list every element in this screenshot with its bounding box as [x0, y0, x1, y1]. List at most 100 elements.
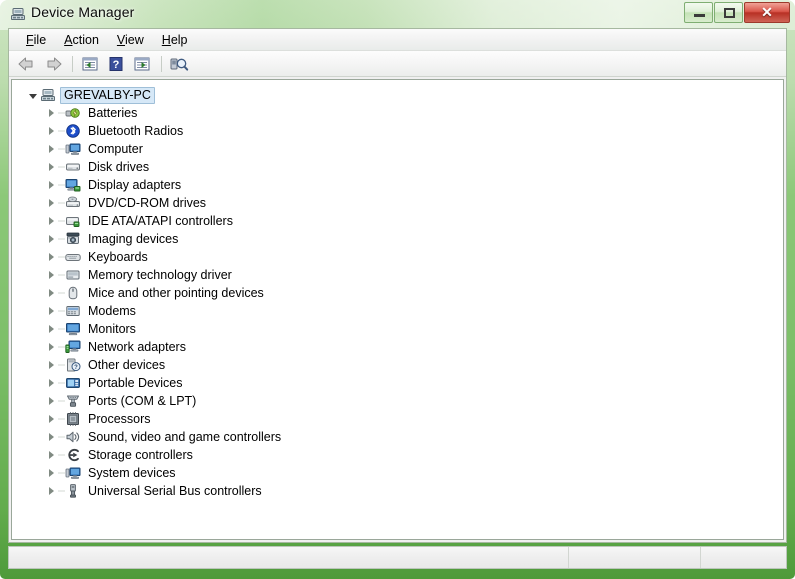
expand-collapse-toggle[interactable] [44, 428, 58, 446]
help-button[interactable]: ? [104, 53, 128, 75]
tree-connector [58, 392, 65, 410]
expand-collapse-toggle[interactable] [44, 410, 58, 428]
tree-item-label: IDE ATA/ATAPI controllers [88, 213, 233, 228]
scan-hardware-changes-button[interactable] [167, 53, 191, 75]
expand-collapse-toggle[interactable] [44, 266, 58, 284]
tree-item-sound-video-and-game-controllers[interactable]: Sound, video and game controllers [20, 428, 783, 446]
tree-item-label: Computer [88, 141, 143, 156]
expand-collapse-toggle[interactable] [44, 194, 58, 212]
menu-help[interactable]: Help [153, 31, 197, 49]
window-title: Device Manager [31, 4, 135, 20]
storage-controller-icon [65, 447, 81, 463]
tree-item-storage-controllers[interactable]: Storage controllers [20, 446, 783, 464]
tree-item-dvd-cdrom-drives[interactable]: DVD/CD-ROM drives [20, 194, 783, 212]
menu-action[interactable]: Action [55, 31, 108, 49]
expand-collapse-toggle[interactable] [44, 284, 58, 302]
battery-icon [65, 105, 81, 121]
expand-collapse-toggle[interactable] [44, 338, 58, 356]
chevron-right-icon [48, 307, 54, 315]
tree-item-system-devices[interactable]: System devices [20, 464, 783, 482]
expand-collapse-toggle[interactable] [44, 356, 58, 374]
expand-collapse-toggle[interactable] [44, 446, 58, 464]
tree-item-keyboards[interactable]: Keyboards [20, 248, 783, 266]
forward-button[interactable] [41, 53, 65, 75]
expand-collapse-toggle[interactable] [44, 158, 58, 176]
expand-collapse-toggle-root[interactable] [26, 86, 40, 104]
tree-connector [58, 122, 65, 140]
device-tree-panel[interactable]: GREVALBY-PC Batteries Bluetooth Radios C… [11, 79, 784, 540]
expand-collapse-toggle[interactable] [44, 392, 58, 410]
menu-help-accel: H [161, 32, 171, 47]
menu-view-rest: iew [125, 32, 144, 47]
tree-item-portable-devices[interactable]: Portable Devices [20, 374, 783, 392]
tree-item-disk-drives[interactable]: Disk drives [20, 158, 783, 176]
modem-icon [65, 303, 81, 319]
chevron-right-icon [48, 235, 54, 243]
expand-collapse-toggle[interactable] [44, 122, 58, 140]
bluetooth-icon [65, 123, 81, 139]
menu-file-rest: ile [33, 32, 47, 47]
chevron-right-icon [48, 469, 54, 477]
unknown-device-icon: ? [65, 357, 81, 373]
tree-item-memory-technology-driver[interactable]: Memory technology driver [20, 266, 783, 284]
minimize-button[interactable] [684, 2, 713, 23]
system-device-icon [65, 465, 81, 481]
titlebar[interactable]: Device Manager ✕ [0, 0, 795, 28]
tree-item-imaging-devices[interactable]: Imaging devices [20, 230, 783, 248]
svg-text:?: ? [74, 365, 78, 371]
chevron-right-icon [48, 397, 54, 405]
expand-collapse-toggle[interactable] [44, 212, 58, 230]
expand-collapse-toggle[interactable] [44, 320, 58, 338]
expand-collapse-toggle[interactable] [44, 248, 58, 266]
tree-item-bluetooth-radios[interactable]: Bluetooth Radios [20, 122, 783, 140]
chevron-right-icon [48, 199, 54, 207]
question-mark-icon: ? [109, 56, 123, 71]
expand-collapse-toggle[interactable] [44, 302, 58, 320]
menu-file[interactable]: File [17, 31, 55, 49]
device-manager-window: Device Manager ✕ File Action View Help ?… [0, 0, 795, 579]
tree-item-label: System devices [88, 465, 176, 480]
tree-connector [58, 284, 65, 302]
expand-collapse-toggle[interactable] [44, 230, 58, 248]
tree-item-mice-and-other-pointing-devices[interactable]: Mice and other pointing devices [20, 284, 783, 302]
chevron-right-icon [48, 217, 54, 225]
maximize-icon [724, 8, 735, 18]
tree-item-computer[interactable]: Computer [20, 140, 783, 158]
expand-collapse-toggle[interactable] [44, 374, 58, 392]
tree-item-label: Disk drives [88, 159, 150, 174]
tree-connector [58, 176, 65, 194]
show-hidden-devices-button[interactable] [130, 53, 154, 75]
tree-item-ide-ata-atapi-controllers[interactable]: IDE ATA/ATAPI controllers [20, 212, 783, 230]
chevron-right-icon [48, 253, 54, 261]
tree-item-batteries[interactable]: Batteries [20, 104, 783, 122]
tree-item-label: DVD/CD-ROM drives [88, 195, 207, 210]
chevron-right-icon [48, 127, 54, 135]
expand-collapse-toggle[interactable] [44, 482, 58, 500]
optical-drive-icon [65, 195, 81, 211]
tree-item-other-devices[interactable]: ? Other devices [20, 356, 783, 374]
tree-item-ports-com-lpt[interactable]: Ports (COM & LPT) [20, 392, 783, 410]
network-adapter-icon [65, 339, 81, 355]
maximize-button[interactable] [714, 2, 743, 23]
tree-item-monitors[interactable]: Monitors [20, 320, 783, 338]
chevron-right-icon [48, 163, 54, 171]
menu-view[interactable]: View [108, 31, 153, 49]
tree-item-modems[interactable]: Modems [20, 302, 783, 320]
back-button[interactable] [15, 53, 39, 75]
tree-item-label: Portable Devices [88, 375, 183, 390]
tree-item-universal-serial-bus-controllers[interactable]: Universal Serial Bus controllers [20, 482, 783, 500]
tree-item-label: Other devices [88, 357, 166, 372]
properties-button[interactable] [78, 53, 102, 75]
expand-collapse-toggle[interactable] [44, 104, 58, 122]
expand-collapse-toggle[interactable] [44, 176, 58, 194]
processor-icon [65, 411, 81, 427]
close-button[interactable]: ✕ [744, 2, 790, 23]
close-icon: ✕ [761, 4, 773, 20]
expand-collapse-toggle[interactable] [44, 464, 58, 482]
tree-item-label: Universal Serial Bus controllers [88, 483, 262, 498]
tree-item-display-adapters[interactable]: Display adapters [20, 176, 783, 194]
expand-collapse-toggle[interactable] [44, 140, 58, 158]
tree-item-processors[interactable]: Processors [20, 410, 783, 428]
tree-root-item[interactable]: GREVALBY-PC [20, 86, 783, 104]
tree-item-network-adapters[interactable]: Network adapters [20, 338, 783, 356]
